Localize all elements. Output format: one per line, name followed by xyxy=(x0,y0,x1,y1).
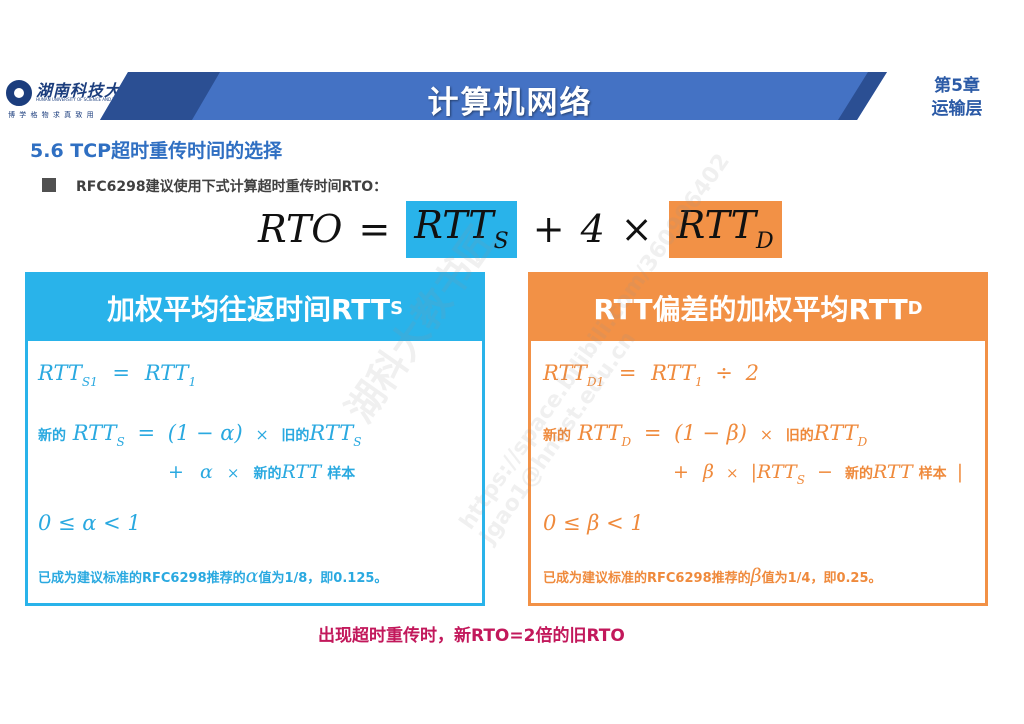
chapter-number: 第5章 xyxy=(934,76,980,96)
formula-times: × xyxy=(620,207,653,251)
timeout-retransmit-note: 出现超时重传时，新RTO=2倍的旧RTO xyxy=(318,626,625,646)
beta-range: 0 ≤ β < 1 xyxy=(543,511,644,535)
formula-equals: = xyxy=(358,207,391,251)
rtts-panel-title: 加权平均往返时间RTT S xyxy=(28,275,482,341)
rttd-panel-title: RTT偏差的加权平均RTT D xyxy=(531,275,985,341)
university-motto: 博 学 格 物 求 真 致 用 xyxy=(8,111,95,119)
rtts-line-sample: + α × 新的RTT 样本 xyxy=(168,461,356,483)
rttd-line-initial: RTTD1 = RTT1 ÷ 2 xyxy=(543,361,759,389)
rto-formula: RTO = RTTS + 4 × RTTD xyxy=(258,200,782,258)
university-emblem-icon xyxy=(6,80,32,106)
formula-rttd: RTTD xyxy=(668,200,782,258)
rtts-line-initial: RTTS1 = RTT1 xyxy=(38,361,197,389)
formula-coefficient: 4 xyxy=(580,207,605,251)
chapter-label: 第5章 运输层 xyxy=(924,75,990,121)
section-title: 5.6 TCP超时重传时间的选择 xyxy=(30,140,283,162)
rttd-line-sample: + β × |RTTS − 新的RTT 样本 | xyxy=(673,461,964,487)
formula-rtts: RTTS xyxy=(406,200,517,258)
bullet-text: RFC6298建议使用下式计算超时重传时间RTO： xyxy=(76,179,388,195)
beta-recommendation: 已成为建议标准的RFC6298推荐的β值为1/4，即0.25。 xyxy=(543,565,882,587)
course-title: 计算机网络 xyxy=(427,85,593,121)
formula-plus: + xyxy=(532,207,565,251)
chapter-name: 运输层 xyxy=(931,99,983,119)
formula-rto: RTO xyxy=(258,207,343,251)
alpha-recommendation: 已成为建议标准的RFC6298推荐的α值为1/8，即0.125。 xyxy=(38,565,388,587)
alpha-range: 0 ≤ α < 1 xyxy=(38,511,141,535)
rtts-line-update: 新的 RTTS = (1 − α) × 旧的RTTS xyxy=(38,421,362,449)
rttd-panel: RTT偏差的加权平均RTT D RTTD1 = RTT1 ÷ 2 新的 RTTD … xyxy=(528,272,988,606)
rtts-panel: 加权平均往返时间RTT S RTTS1 = RTT1 新的 RTTS = (1 −… xyxy=(25,272,485,606)
rttd-line-update: 新的 RTTD = (1 − β) × 旧的RTTD xyxy=(543,421,868,449)
bullet-square-icon xyxy=(42,178,56,192)
